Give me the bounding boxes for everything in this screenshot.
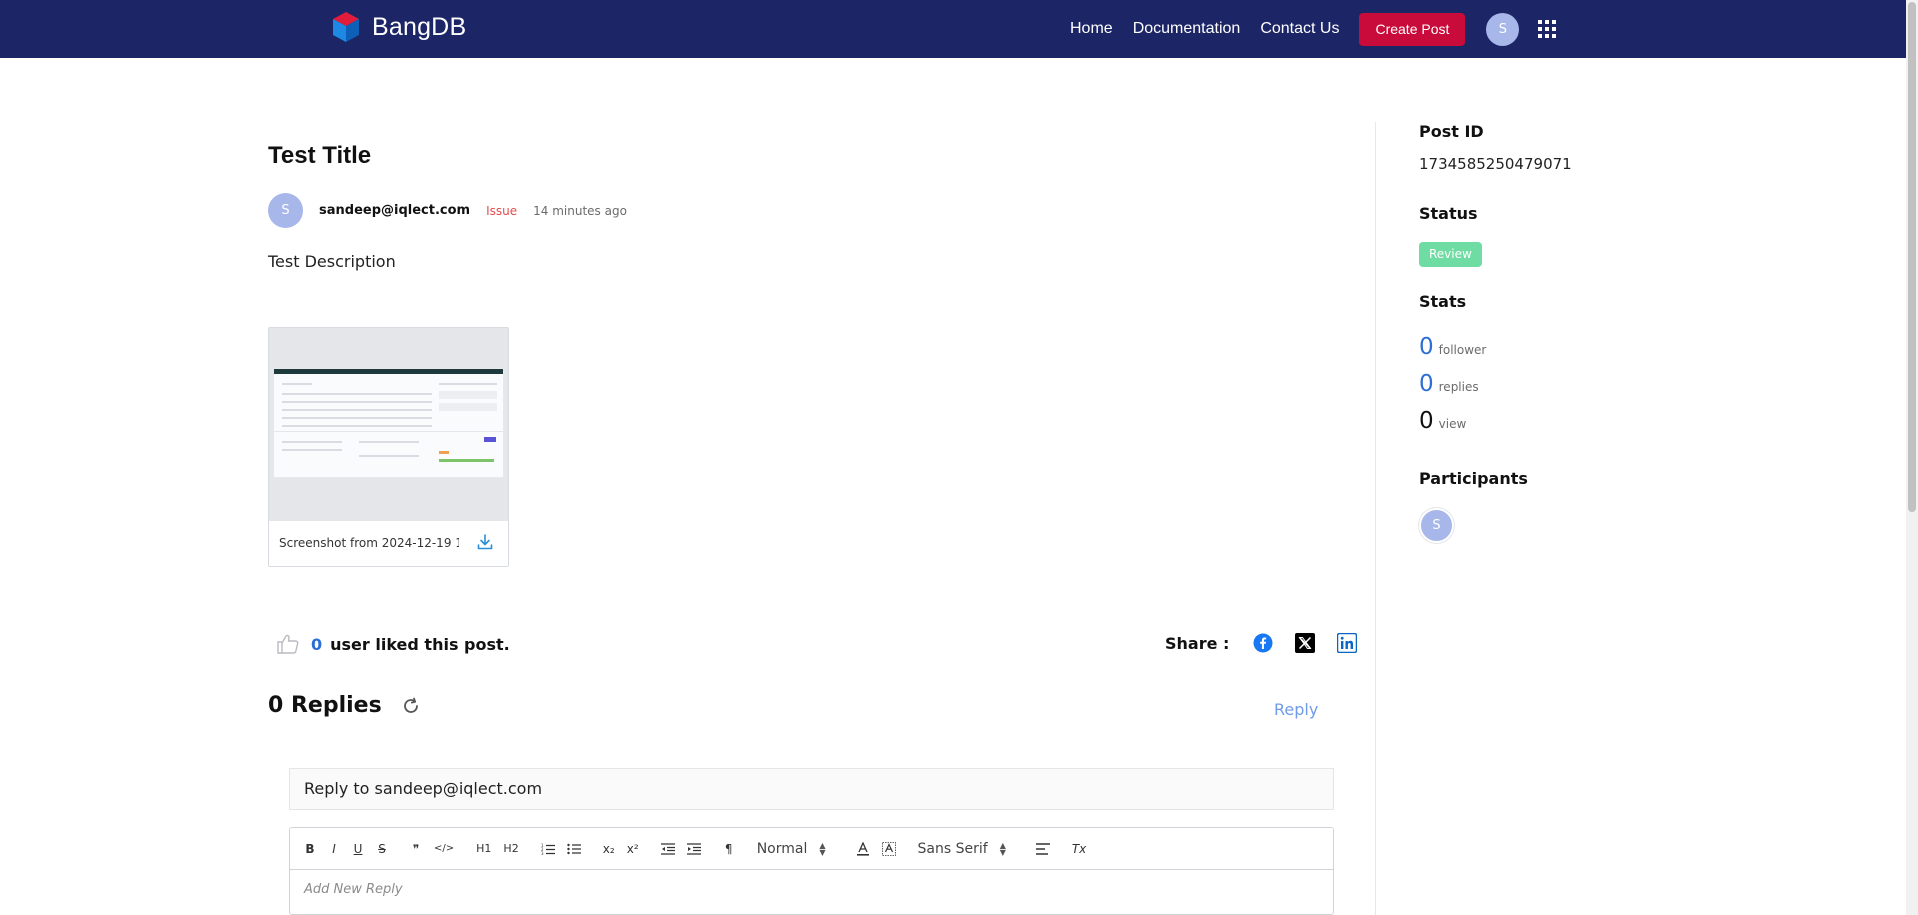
status-badge: Review — [1419, 242, 1482, 267]
reply-to-banner: Reply to sandeep@iqlect.com — [289, 768, 1334, 810]
nav-contact-us[interactable]: Contact Us — [1260, 20, 1339, 38]
attachment-card[interactable]: Screenshot from 2024-12-19 1... — [268, 327, 509, 567]
select-arrows-icon: ▲ ▼ — [819, 840, 826, 857]
select-arrows-icon: ▲ ▼ — [999, 840, 1006, 857]
views-label: view — [1438, 417, 1467, 431]
scrollbar-thumb[interactable] — [1908, 2, 1916, 512]
stat-replies: 0 replies — [1419, 371, 1479, 397]
superscript-button[interactable]: x² — [627, 842, 639, 856]
thumbs-up-icon[interactable] — [276, 633, 300, 655]
views-count: 0 — [1419, 408, 1434, 434]
post-id-value: 1734585250479071 — [1419, 155, 1572, 173]
text-size-select[interactable]: Normal ▲ ▼ — [757, 841, 826, 857]
status-label: Status — [1419, 204, 1478, 223]
post-author[interactable]: sandeep@iqlect.com — [319, 203, 470, 218]
outdent-icon[interactable] — [660, 842, 675, 855]
attachment-filename: Screenshot from 2024-12-19 1... — [279, 536, 459, 550]
bold-button[interactable]: B — [304, 842, 316, 856]
post-meta: S sandeep@iqlect.com Issue 14 minutes ag… — [268, 193, 627, 228]
underline-button[interactable]: U — [352, 842, 364, 856]
editor-toolbar: B I U S ❞ </> H1 H2 1 2 3 x₂ x² ¶ Normal — [290, 828, 1333, 870]
brand-name: BangDB — [372, 12, 467, 41]
italic-button[interactable]: I — [328, 842, 340, 856]
text-direction-button[interactable]: ¶ — [723, 842, 735, 856]
blockquote-button[interactable]: ❞ — [410, 842, 422, 856]
ordered-list-icon[interactable]: 1 2 3 — [541, 843, 555, 855]
bullet-list-icon[interactable] — [567, 843, 581, 855]
status-container: Review — [1419, 242, 1482, 267]
followers-count[interactable]: 0 — [1419, 334, 1434, 360]
attachment-thumbnail[interactable] — [269, 328, 508, 521]
background-color-icon[interactable] — [881, 841, 896, 856]
apps-grid-icon[interactable] — [1538, 20, 1557, 38]
post-id-label: Post ID — [1419, 122, 1484, 141]
stats-label: Stats — [1419, 292, 1467, 311]
post-time: 14 minutes ago — [533, 203, 627, 218]
stat-views: 0 view — [1419, 408, 1466, 434]
brand-logo[interactable]: BangDB — [329, 10, 466, 44]
replies-count[interactable]: 0 — [1419, 371, 1434, 397]
strike-button[interactable]: S — [376, 842, 388, 856]
participants-label: Participants — [1419, 469, 1528, 488]
x-twitter-icon[interactable] — [1295, 633, 1316, 653]
reply-link[interactable]: Reply — [1274, 700, 1318, 719]
followers-label: follower — [1438, 343, 1487, 357]
replies-header: 0 Replies — [268, 693, 420, 718]
post-title: Test Title — [268, 142, 372, 169]
share-label: Share : — [1165, 633, 1230, 653]
top-navbar: BangDB Home Documentation Contact Us Cre… — [0, 0, 1906, 58]
reply-editor: B I U S ❞ </> H1 H2 1 2 3 x₂ x² ¶ Normal — [289, 827, 1334, 915]
nav-documentation[interactable]: Documentation — [1133, 20, 1241, 38]
like-count: 0 — [311, 634, 323, 654]
replies-label: replies — [1438, 380, 1479, 394]
header2-button[interactable]: H2 — [503, 842, 518, 855]
text-size-value: Normal — [756, 840, 808, 857]
sidebar-divider — [1375, 122, 1376, 915]
font-color-icon[interactable] — [856, 841, 870, 856]
main-nav: Home Documentation Contact Us Create Pos… — [1070, 0, 1557, 58]
post-description: Test Description — [268, 252, 396, 271]
author-avatar[interactable]: S — [268, 193, 303, 228]
page-scrollbar[interactable] — [1906, 0, 1918, 915]
linkedin-icon[interactable] — [1337, 633, 1358, 653]
download-icon[interactable] — [476, 533, 494, 551]
replies-title: 0 Replies — [268, 693, 382, 718]
subscript-button[interactable]: x₂ — [603, 842, 615, 856]
participant-avatar[interactable]: S — [1419, 508, 1454, 543]
code-block-button[interactable]: </> — [434, 843, 454, 854]
screenshot-preview — [273, 368, 504, 478]
participants-list: S — [1419, 508, 1454, 543]
font-family-select[interactable]: Sans Serif ▲ ▼ — [918, 841, 1006, 857]
reply-editor-input[interactable]: Add New Reply — [290, 870, 1333, 909]
font-family-value: Sans Serif — [917, 840, 988, 857]
clear-format-button[interactable]: Tx — [1072, 842, 1086, 856]
share-row: Share : — [1165, 633, 1379, 653]
refresh-icon[interactable] — [402, 697, 420, 715]
indent-icon[interactable] — [686, 842, 701, 855]
like-row: 0 user liked this post. — [276, 633, 510, 655]
create-post-button[interactable]: Create Post — [1359, 12, 1466, 46]
svg-text:3: 3 — [541, 851, 544, 855]
align-left-icon[interactable] — [1035, 842, 1050, 855]
header1-button[interactable]: H1 — [476, 842, 491, 855]
stat-followers: 0 follower — [1419, 334, 1486, 360]
facebook-icon[interactable] — [1253, 633, 1273, 653]
post-tag: Issue — [486, 203, 518, 218]
like-text: user liked this post. — [330, 634, 510, 654]
user-avatar[interactable]: S — [1486, 12, 1520, 46]
nav-home[interactable]: Home — [1070, 20, 1113, 38]
bangdb-logo-icon — [333, 12, 359, 42]
